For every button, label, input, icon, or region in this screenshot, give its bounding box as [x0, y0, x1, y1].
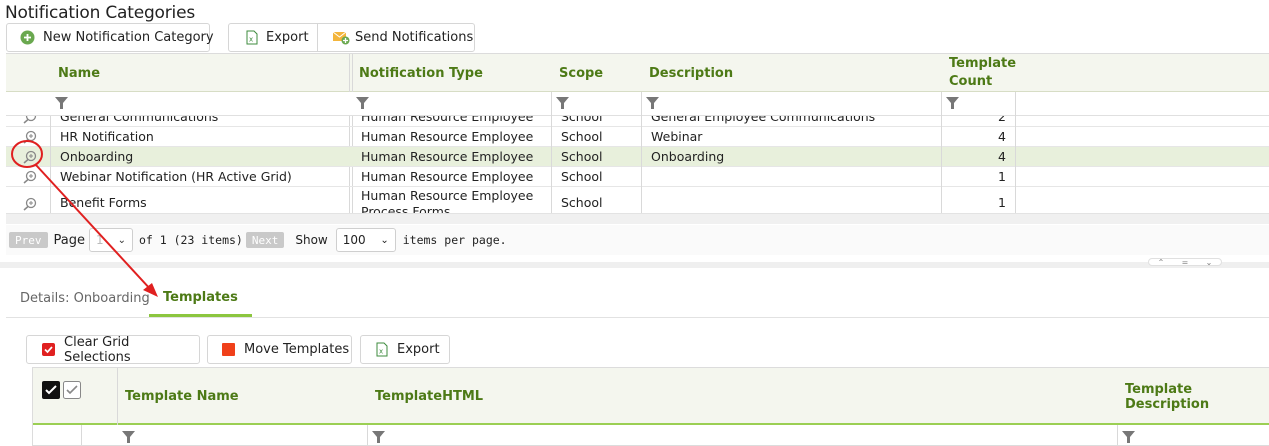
page-count-text: of 1 (23 items)	[138, 233, 243, 247]
cell-description: Onboarding	[651, 149, 725, 164]
clear-grid-selections-label: Clear Grid Selections	[64, 334, 131, 365]
page-size-select[interactable]: 100 ⌄	[335, 228, 396, 252]
chevron-down-icon[interactable]: ⌄	[1206, 258, 1213, 267]
zoom-in-icon[interactable]	[23, 197, 37, 211]
add-circle-icon	[20, 30, 35, 45]
cell-notification-type: Human Resource Employee	[361, 169, 534, 184]
svg-text:x: x	[249, 36, 253, 44]
next-page-button[interactable]: Next	[245, 232, 285, 248]
filter-icon[interactable]	[646, 97, 659, 109]
filter-icon[interactable]	[55, 97, 68, 109]
templates-filter-row	[33, 425, 1269, 445]
select-page-checkbox[interactable]	[63, 381, 81, 399]
cell-template-count: 4	[998, 149, 1006, 164]
cell-template-count: 2	[998, 116, 1006, 124]
zoom-in-icon[interactable]	[23, 116, 37, 124]
select-all-checkbox[interactable]	[42, 381, 60, 399]
filter-icon[interactable]	[372, 431, 385, 443]
column-header-template-count[interactable]: Template Count	[949, 54, 1016, 92]
export-button[interactable]: x Export	[228, 23, 318, 52]
show-label: Show	[295, 233, 328, 247]
column-header-scope[interactable]: Scope	[559, 54, 639, 92]
cell-scope: School	[561, 149, 603, 164]
table-row[interactable]: Benefit Forms Human Resource Employee Pr…	[6, 187, 1269, 213]
tab-templates[interactable]: Templates	[149, 280, 252, 317]
cell-template-count: 4	[998, 129, 1006, 144]
cell-template-count: 1	[998, 169, 1006, 184]
cell-scope: School	[561, 195, 603, 210]
page-label: Page	[53, 232, 85, 248]
page-select[interactable]: 1 ⌄	[88, 228, 133, 252]
cell-scope: School	[561, 169, 603, 184]
new-notification-category-button[interactable]: New Notification Category	[6, 23, 214, 52]
horizontal-scrollbar[interactable]	[6, 213, 1269, 224]
cell-scope: School	[561, 129, 603, 144]
send-notifications-label: Send Notifications	[355, 30, 474, 45]
chevron-down-icon: ⌄	[380, 234, 389, 246]
cell-description: General Employee Communications	[651, 116, 876, 124]
move-templates-label: Move Templates	[244, 342, 350, 357]
templates-grid: Template Name TemplateHTML Template Desc…	[32, 367, 1269, 446]
prev-page-button[interactable]: Prev	[9, 232, 48, 248]
cell-scope: School	[561, 116, 603, 124]
checkbox-checked-icon	[42, 343, 55, 356]
cell-name: General Communications	[60, 116, 219, 124]
excel-icon: x	[376, 342, 388, 357]
templates-export-label: Export	[397, 342, 440, 357]
cell-template-count: 1	[998, 195, 1006, 210]
export-label: Export	[266, 30, 309, 45]
cell-notification-type: Human Resource Employee	[361, 129, 534, 144]
zoom-in-icon[interactable]	[23, 170, 37, 184]
tab-details[interactable]: Details: Onboarding	[20, 280, 150, 317]
splitter-handle[interactable]: ⌃ = ⌄	[1148, 258, 1222, 267]
column-header-template-name[interactable]: Template Name	[125, 368, 239, 425]
filter-icon[interactable]	[1122, 431, 1135, 443]
table-row[interactable]: HR Notification Human Resource Employee …	[6, 127, 1269, 147]
stop-square-icon	[222, 343, 235, 356]
cell-name: HR Notification	[60, 129, 154, 144]
clear-grid-selections-button[interactable]: Clear Grid Selections	[26, 334, 200, 365]
pager: Prev Page 1 ⌄ of 1 (23 items) Next Show …	[6, 225, 1269, 255]
cell-description: Webinar	[651, 129, 703, 144]
templates-export-button[interactable]: x Export	[360, 335, 450, 364]
page-title: Notification Categories	[5, 3, 195, 23]
cell-notification-type: Human Resource Employee	[361, 149, 534, 164]
send-notifications-button[interactable]: Send Notifications	[317, 23, 475, 52]
svg-text:x: x	[379, 348, 383, 356]
zoom-in-icon[interactable]	[23, 130, 37, 144]
column-header-name[interactable]: Name	[58, 54, 348, 92]
grid-header-row: Name Notification Type Scope Description…	[6, 54, 1269, 92]
chevron-up-icon[interactable]: ⌃	[1158, 258, 1165, 267]
grid-filter-row	[6, 92, 1269, 116]
excel-icon: x	[246, 30, 258, 45]
column-header-template-description[interactable]: Template Description	[1125, 368, 1269, 425]
grip-icon[interactable]: =	[1182, 258, 1189, 267]
move-templates-button[interactable]: Move Templates	[207, 335, 352, 364]
notification-categories-grid: Name Notification Type Scope Description…	[6, 53, 1269, 213]
table-row[interactable]: Webinar Notification (HR Active Grid) Hu…	[6, 167, 1269, 187]
templates-grid-header: Template Name TemplateHTML Template Desc…	[33, 368, 1269, 425]
table-row-selected[interactable]: Onboarding Human Resource Employee Schoo…	[6, 147, 1269, 167]
cell-notification-type: Human Resource Employee	[361, 116, 534, 124]
splitter-bar[interactable]	[0, 262, 1269, 268]
filter-icon[interactable]	[122, 431, 135, 443]
column-header-description[interactable]: Description	[649, 54, 939, 92]
new-notification-category-label: New Notification Category	[43, 30, 214, 45]
table-row[interactable]: General Communications Human Resource Em…	[6, 116, 1269, 127]
envelope-icon	[332, 30, 350, 45]
column-header-notification-type[interactable]: Notification Type	[359, 54, 549, 92]
filter-icon[interactable]	[356, 97, 369, 109]
cell-notification-type: Human Resource Employee Process Forms	[361, 188, 534, 213]
column-header-template-html[interactable]: TemplateHTML	[375, 368, 483, 425]
zoom-in-icon[interactable]	[23, 150, 37, 164]
chevron-down-icon: ⌄	[117, 234, 126, 246]
filter-icon[interactable]	[946, 97, 959, 109]
detail-tabs: Details: Onboarding Templates	[6, 280, 1269, 318]
cell-name: Benefit Forms	[60, 195, 147, 210]
cell-name: Onboarding	[60, 149, 134, 164]
cell-name: Webinar Notification (HR Active Grid)	[60, 169, 292, 184]
filter-icon[interactable]	[556, 97, 569, 109]
per-page-text: items per page.	[402, 233, 507, 247]
grid-rows: General Communications Human Resource Em…	[6, 116, 1269, 213]
